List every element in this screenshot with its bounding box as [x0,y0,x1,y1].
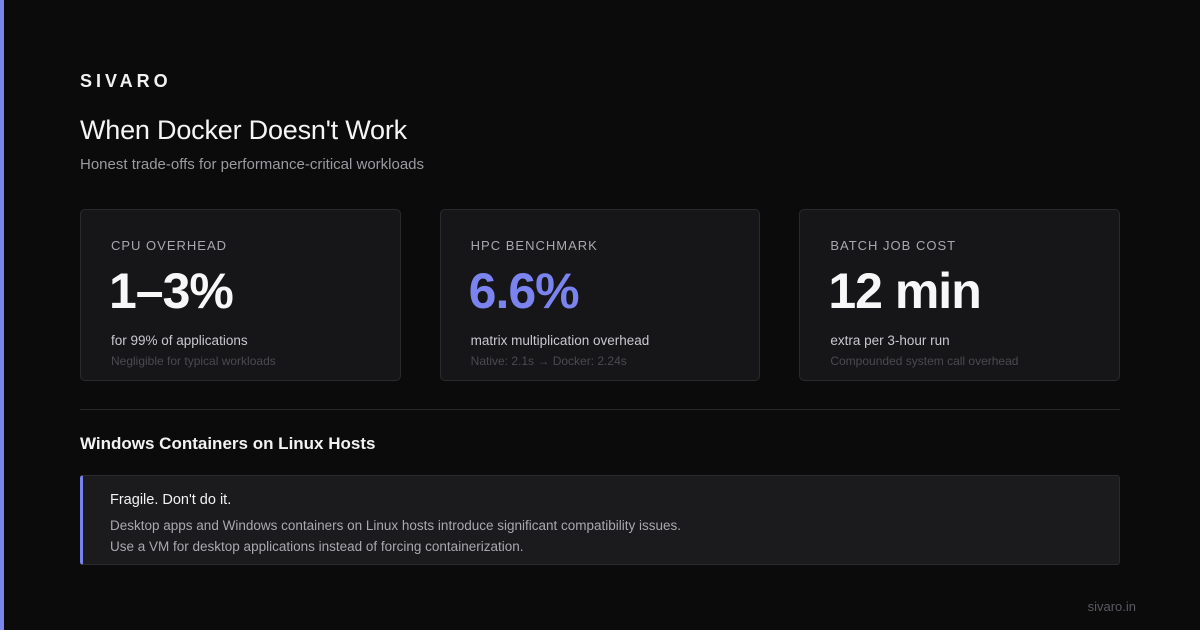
page-subtitle: Honest trade-offs for performance-critic… [80,156,425,173]
stat-card-value: 1–3% [109,263,234,319]
stat-card-hpc-benchmark: HPC BENCHMARK 6.6% matrix multiplication… [439,209,761,381]
stat-cards: CPU OVERHEAD 1–3% for 99% of application… [80,209,1121,381]
section-divider [80,409,1120,410]
stat-card-cpu-overhead: CPU OVERHEAD 1–3% for 99% of application… [80,209,401,381]
stat-card-value: 6.6% [468,263,580,319]
stat-card-value: 12 min [828,263,981,319]
callout-title: Fragile. Don't do it. [110,492,232,508]
stat-card-batch-job-cost: BATCH JOB COST 12 min extra per 3-hour r… [799,209,1121,381]
callout-text: Use a VM for desktop applications instea… [110,539,524,554]
stat-card-description: for 99% of applications [111,333,248,348]
stat-card-label: CPU OVERHEAD [111,238,228,253]
footer-url: sivaro.in [1087,599,1136,614]
section-title: Windows Containers on Linux Hosts [80,434,376,453]
stat-card-label: BATCH JOB COST [830,238,957,253]
stat-card-note: Compounded system call overhead [830,354,1019,368]
page-title: When Docker Doesn't Work [80,115,407,145]
stat-card-note: Native: 2.1s → Docker: 2.24s [470,354,627,368]
stat-card-description: extra per 3-hour run [830,333,950,348]
stat-card-description: matrix multiplication overhead [470,333,650,348]
left-accent-bar [0,0,4,630]
callout-text: Desktop apps and Windows containers on L… [110,518,682,533]
brand-logo: SIVARO [80,71,172,91]
warning-callout: Fragile. Don't do it. Desktop apps and W… [80,475,1120,565]
stat-card-label: HPC BENCHMARK [470,238,598,253]
stat-card-note: Negligible for typical workloads [111,354,276,368]
